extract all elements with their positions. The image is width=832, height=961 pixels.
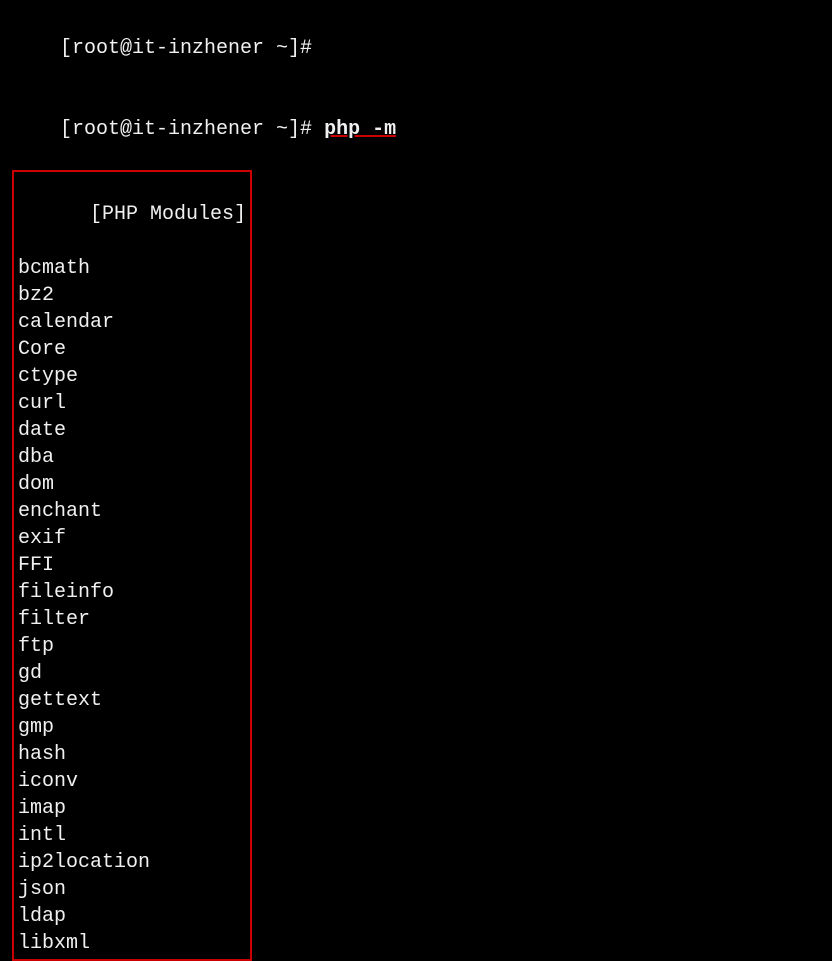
list-item: date (18, 417, 246, 444)
list-item: filter (18, 606, 246, 633)
prompt-line-2: [root@it-inzhener ~]# php -m (12, 89, 820, 170)
list-item: gettext (18, 687, 246, 714)
list-item: dom (18, 471, 246, 498)
modules-section: [PHP Modules] bcmathbz2calendarCorectype… (12, 170, 252, 961)
list-item: intl (18, 822, 246, 849)
list-item: dba (18, 444, 246, 471)
list-item: hash (18, 741, 246, 768)
prompt-text-1: [root@it-inzhener ~]# (60, 37, 312, 60)
list-item: gmp (18, 714, 246, 741)
list-item: gd (18, 660, 246, 687)
list-item: ldap (18, 903, 246, 930)
list-item: fileinfo (18, 579, 246, 606)
command-text: php -m (324, 118, 396, 141)
list-item: libxml (18, 930, 246, 957)
list-item: enchant (18, 498, 246, 525)
list-item: ip2location (18, 849, 246, 876)
list-item: bcmath (18, 255, 246, 282)
prompt-line-1: [root@it-inzhener ~]# (12, 8, 820, 89)
list-item: ftp (18, 633, 246, 660)
list-item: ctype (18, 363, 246, 390)
list-item: calendar (18, 309, 246, 336)
modules-header-text: [PHP Modules] (90, 203, 246, 226)
terminal-container: [root@it-inzhener ~]# [root@it-inzhener … (12, 8, 820, 961)
prompt-prefix-2: [root@it-inzhener ~]# (60, 118, 324, 141)
list-item: FFI (18, 552, 246, 579)
list-item: json (18, 876, 246, 903)
modules-header: [PHP Modules] (18, 174, 246, 255)
list-item: imap (18, 795, 246, 822)
list-item: Core (18, 336, 246, 363)
list-item: curl (18, 390, 246, 417)
modules-list: bcmathbz2calendarCorectypecurldatedbadom… (18, 255, 246, 957)
list-item: iconv (18, 768, 246, 795)
list-item: bz2 (18, 282, 246, 309)
list-item: exif (18, 525, 246, 552)
